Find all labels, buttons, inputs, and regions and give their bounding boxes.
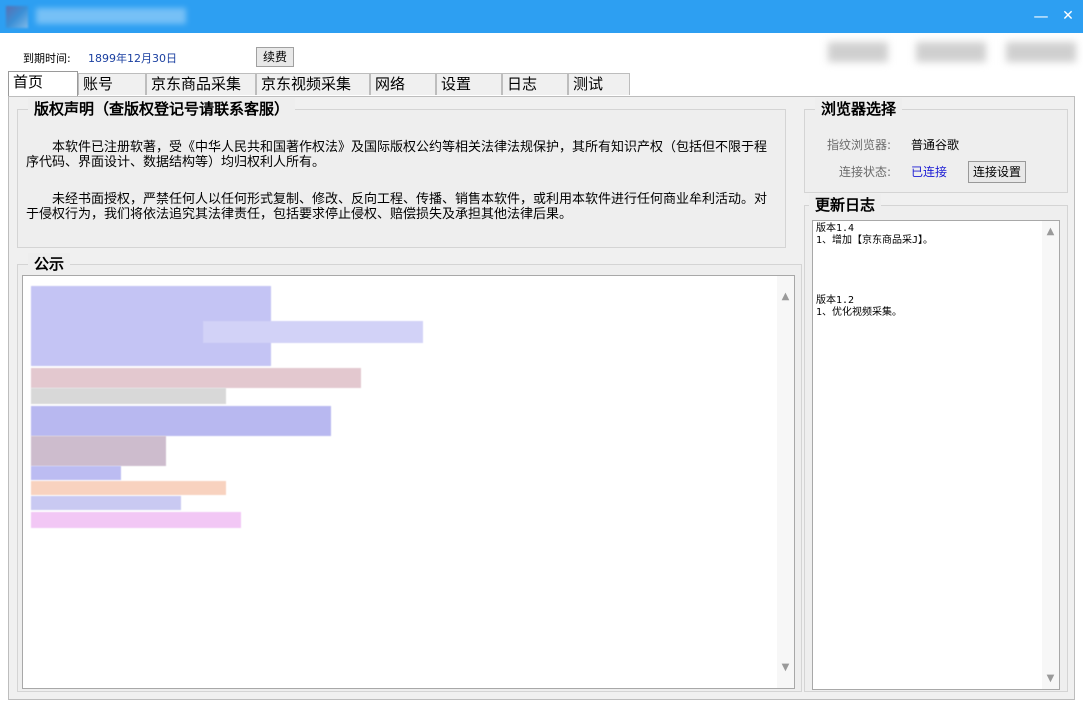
fingerprint-browser-label: 指纹浏览器: bbox=[827, 138, 892, 152]
changelog-title: 更新日志 bbox=[809, 194, 882, 216]
redacted-notice-content bbox=[203, 321, 423, 343]
redacted-notice-content bbox=[31, 436, 166, 466]
redacted-notice-content bbox=[31, 466, 121, 480]
copyright-title: 版权声明（查版权登记号请联系客服） bbox=[28, 98, 296, 120]
copyright-paragraph-2: 未经书面授权，严禁任何人以任何形式复制、修改、反向工程、传播、销售本软件，或利用… bbox=[26, 192, 768, 222]
copyright-paragraph-1: 本软件已注册软著，受《中华人民共和国著作权法》及国际版权公约等相关法律法规保护，… bbox=[26, 140, 768, 170]
tab-jd-video-collect[interactable]: 京东视频采集 bbox=[256, 73, 370, 95]
changelog-group: 更新日志 版本1.4 1、增加【京东商品采J】。 版本1.2 1、优化视频采集。… bbox=[804, 194, 1068, 692]
changelog-textbox[interactable]: 版本1.4 1、增加【京东商品采J】。 版本1.2 1、优化视频采集。 ▲ ▼ bbox=[812, 220, 1060, 690]
tab-home[interactable]: 首页 bbox=[8, 71, 78, 96]
scroll-down-icon[interactable]: ▼ bbox=[777, 659, 794, 676]
tab-log[interactable]: 日志 bbox=[502, 73, 568, 95]
close-button[interactable]: ✕ bbox=[1057, 6, 1079, 26]
notice-group: 公示 ▲ ▼ bbox=[17, 253, 802, 692]
redacted-notice-content bbox=[31, 512, 241, 528]
redacted-notice-content bbox=[31, 388, 226, 404]
redacted-notice-content bbox=[31, 481, 226, 495]
scroll-down-icon[interactable]: ▼ bbox=[1042, 670, 1059, 687]
redacted-info bbox=[916, 42, 986, 62]
expiry-label: 到期时间: bbox=[23, 52, 71, 65]
tab-test[interactable]: 测试 bbox=[568, 73, 630, 95]
changelog-entry: 版本1.4 1、增加【京东商品采J】。 bbox=[816, 223, 933, 247]
home-panel: 版权声明（查版权登记号请联系客服） 本软件已注册软著，受《中华人民共和国著作权法… bbox=[8, 96, 1075, 700]
copyright-group: 版权声明（查版权登记号请联系客服） 本软件已注册软著，受《中华人民共和国著作权法… bbox=[17, 98, 786, 248]
fingerprint-browser-value[interactable]: 普通谷歌 bbox=[911, 136, 959, 153]
scroll-up-icon[interactable]: ▲ bbox=[1042, 223, 1059, 240]
changelog-version: 版本1.2 bbox=[816, 295, 855, 306]
browser-title: 浏览器选择 bbox=[815, 98, 903, 120]
changelog-version: 版本1.4 bbox=[816, 223, 855, 234]
redacted-notice-content bbox=[31, 368, 361, 388]
redacted-info bbox=[828, 42, 888, 62]
renew-button[interactable]: 续费 bbox=[256, 47, 294, 67]
notice-scrollbar[interactable]: ▲ ▼ bbox=[777, 276, 794, 688]
minimize-button[interactable]: — bbox=[1030, 6, 1052, 26]
notice-textbox[interactable]: ▲ ▼ bbox=[22, 275, 795, 689]
expiry-value: 1899年12月30日 bbox=[88, 52, 177, 65]
changelog-item: 1、增加【京东商品采J】。 bbox=[816, 235, 934, 246]
changelog-scrollbar[interactable]: ▲ ▼ bbox=[1042, 221, 1059, 689]
window-title bbox=[36, 8, 186, 24]
notice-title: 公示 bbox=[28, 253, 71, 275]
tab-jd-product-collect[interactable]: 京东商品采集 bbox=[146, 73, 256, 95]
connection-status-label: 连接状态: bbox=[839, 165, 892, 179]
changelog-entry: 版本1.2 1、优化视频采集。 bbox=[816, 295, 902, 319]
app-logo-icon bbox=[6, 6, 28, 28]
redacted-notice-content bbox=[31, 406, 331, 436]
title-bar: — ✕ bbox=[0, 0, 1083, 33]
connect-settings-button[interactable]: 连接设置 bbox=[968, 161, 1026, 183]
tab-account[interactable]: 账号 bbox=[78, 73, 146, 95]
tab-settings[interactable]: 设置 bbox=[436, 73, 502, 95]
redacted-notice-content bbox=[31, 496, 181, 510]
redacted-info bbox=[1006, 42, 1076, 62]
changelog-item: 1、优化视频采集。 bbox=[816, 307, 903, 318]
connection-status-value: 已连接 bbox=[911, 165, 948, 179]
tab-network[interactable]: 网络 bbox=[370, 73, 436, 95]
scroll-up-icon[interactable]: ▲ bbox=[777, 288, 794, 305]
browser-group: 浏览器选择 指纹浏览器: 普通谷歌 连接状态: 已连接 连接设置 bbox=[804, 98, 1068, 193]
